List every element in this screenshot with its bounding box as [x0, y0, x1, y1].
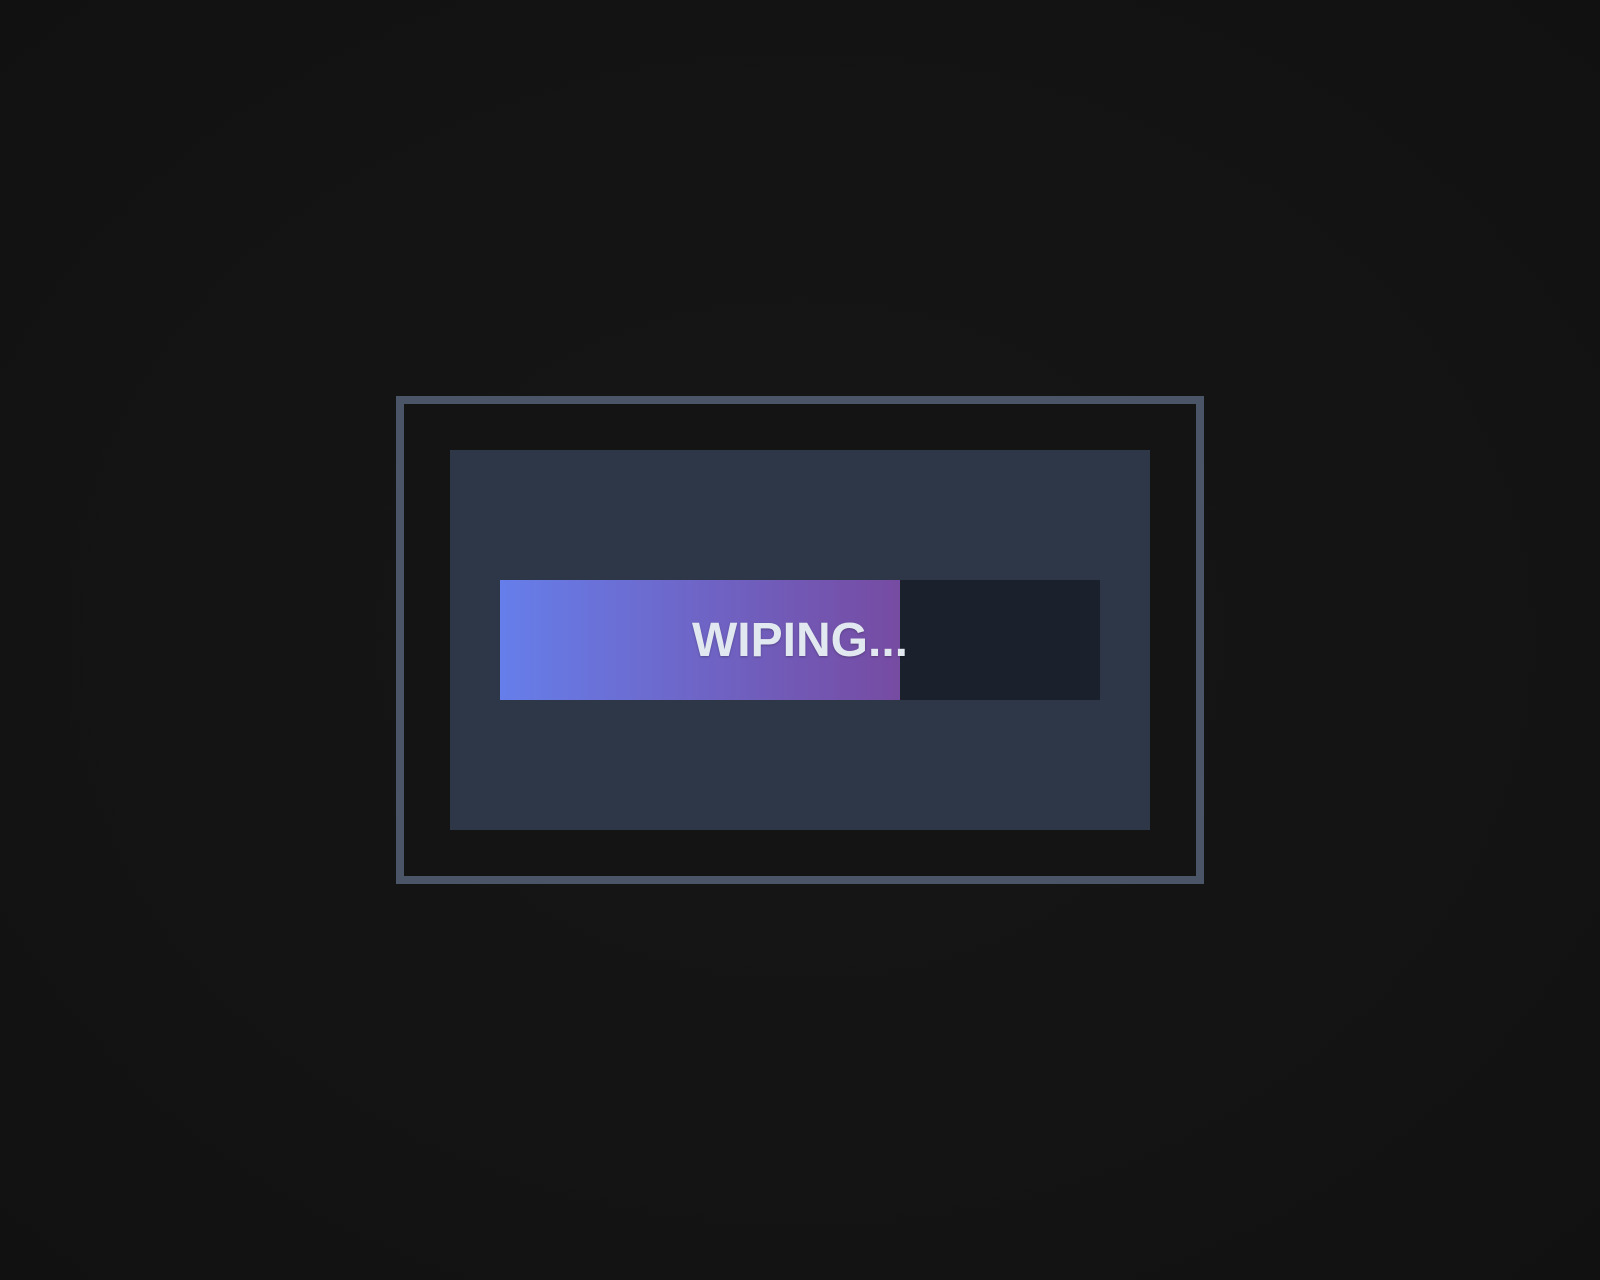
wipe-dialog-frame: WIPING... — [396, 396, 1204, 884]
wipe-status-label: WIPING... — [692, 613, 908, 667]
wipe-progress-bar: WIPING... — [500, 580, 1100, 700]
wipe-dialog-panel: WIPING... — [450, 450, 1150, 830]
